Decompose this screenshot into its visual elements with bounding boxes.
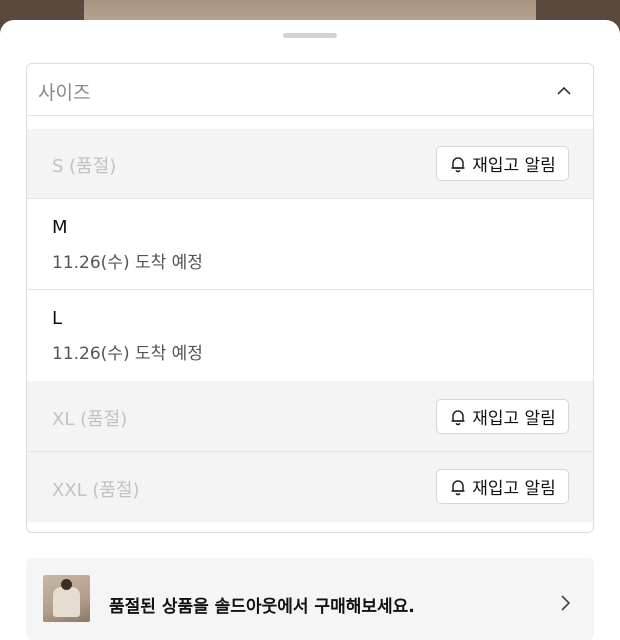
restock-alert-button[interactable]: 재입고 알림	[436, 399, 569, 434]
restock-alert-button[interactable]: 재입고 알림	[436, 146, 569, 181]
restock-alert-label: 재입고 알림	[472, 409, 556, 429]
size-option-label: M	[52, 217, 68, 238]
arrival-date: 11.26(수) 도착 예정	[52, 344, 203, 364]
size-option-label: XL (품절)	[52, 409, 128, 430]
banner-text: 품절된 상품을 솔드아웃에서 구매해보세요.	[109, 597, 415, 617]
chevron-right-icon	[561, 595, 571, 611]
size-dropdown-label: 사이즈	[38, 82, 91, 104]
size-dropdown: 사이즈 S (품절) 재입고 알림 M 11.26(수) 도착 예정 L 11.…	[26, 63, 594, 533]
restock-alert-label: 재입고 알림	[472, 479, 556, 499]
size-option-label: L	[52, 308, 63, 329]
sheet-drag-handle[interactable]	[283, 33, 337, 38]
bell-icon	[451, 409, 465, 425]
bell-icon	[451, 156, 465, 172]
size-option-m[interactable]: M 11.26(수) 도착 예정	[27, 199, 593, 290]
thumbnail-jacket-shape	[53, 587, 80, 617]
bell-icon	[451, 479, 465, 495]
size-option-label: XXL (품절)	[52, 480, 140, 501]
restock-alert-button[interactable]: 재입고 알림	[436, 469, 569, 504]
size-option-xxl: XXL (품절) 재입고 알림	[27, 452, 593, 522]
size-option-s: S (품절) 재입고 알림	[27, 129, 593, 199]
size-option-xl: XL (품절) 재입고 알림	[27, 381, 593, 452]
arrival-date: 11.26(수) 도착 예정	[52, 253, 203, 273]
size-option-label: S (품절)	[52, 156, 117, 177]
size-dropdown-header[interactable]: 사이즈	[27, 64, 593, 116]
thumbnail-head-shape	[61, 579, 72, 590]
soldout-marketplace-banner[interactable]: 품절된 상품을 솔드아웃에서 구매해보세요.	[26, 558, 594, 640]
size-option-l[interactable]: L 11.26(수) 도착 예정	[27, 290, 593, 381]
chevron-up-icon[interactable]	[557, 84, 571, 98]
banner-product-thumbnail	[43, 575, 90, 622]
restock-alert-label: 재입고 알림	[472, 156, 556, 176]
size-select-bottom-sheet: 사이즈 S (품절) 재입고 알림 M 11.26(수) 도착 예정 L 11.…	[0, 20, 620, 640]
